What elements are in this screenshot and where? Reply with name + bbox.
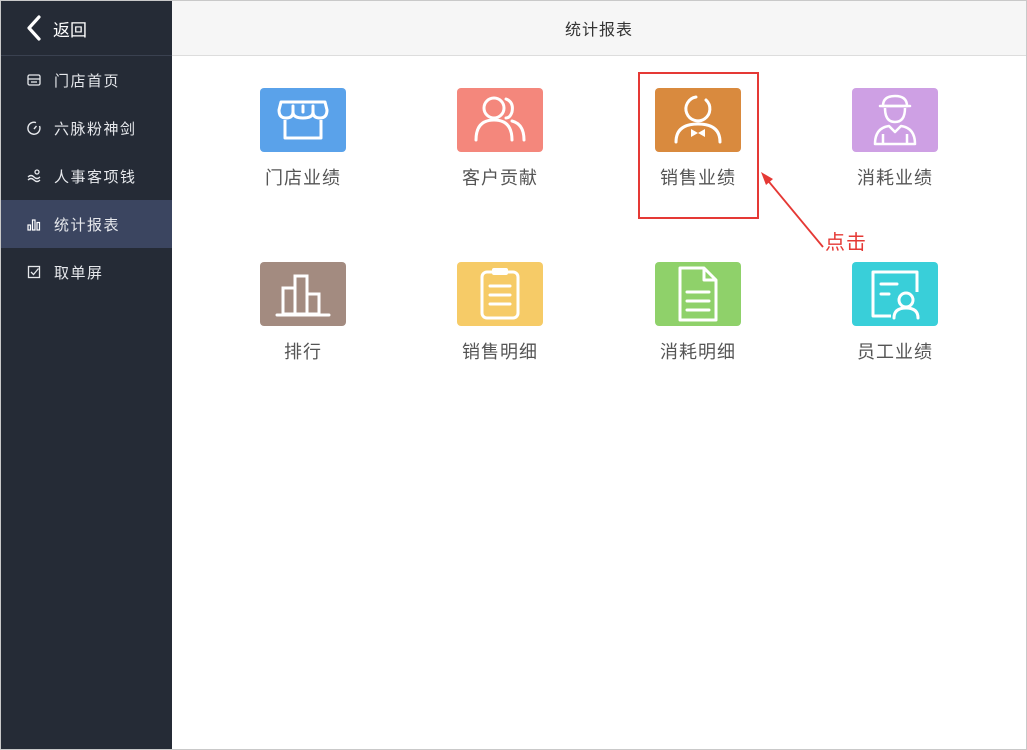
tile-icon-box bbox=[260, 88, 346, 152]
sidebar-item-six-meridian[interactable]: 六脉粉神剑 bbox=[1, 104, 172, 152]
tile-icon-box bbox=[655, 88, 741, 152]
tile-icon-box bbox=[457, 262, 543, 326]
tile-icon-box bbox=[457, 88, 543, 152]
tile-icon-box bbox=[260, 262, 346, 326]
tile-icon-box bbox=[655, 262, 741, 326]
tile-label: 门店业绩 bbox=[265, 168, 341, 189]
app-window: 返回 门店首页 六脉粉神剑 人事客项钱 统计报表 取单屏 统计报表 门店业绩 客… bbox=[0, 0, 1027, 750]
tile-ranking[interactable]: 排行 bbox=[243, 230, 363, 363]
document-icon bbox=[678, 266, 718, 322]
tile-label: 排行 bbox=[284, 342, 322, 363]
tile-label: 销售业绩 bbox=[660, 168, 736, 189]
bar-chart-icon bbox=[25, 215, 43, 233]
storefront-icon bbox=[277, 100, 329, 140]
tile-store-performance[interactable]: 门店业绩 bbox=[243, 56, 363, 189]
tile-label: 员工业绩 bbox=[857, 342, 933, 363]
tile-icon-box bbox=[852, 262, 938, 326]
coins-icon bbox=[25, 167, 43, 185]
sidebar-item-personnel[interactable]: 人事客项钱 bbox=[1, 152, 172, 200]
sidebar: 返回 门店首页 六脉粉神剑 人事客项钱 统计报表 取单屏 bbox=[1, 1, 172, 749]
tile-label: 客户贡献 bbox=[462, 168, 538, 189]
worker-icon bbox=[873, 94, 917, 146]
sidebar-item-label: 人事客项钱 bbox=[54, 167, 137, 186]
sidebar-item-statistics[interactable]: 统计报表 bbox=[1, 200, 172, 248]
tile-icon-box bbox=[852, 88, 938, 152]
annotation-text: 点击 bbox=[825, 230, 867, 254]
employee-card-icon bbox=[871, 270, 920, 320]
tile-sales-performance[interactable]: 销售业绩 bbox=[638, 56, 758, 189]
gauge-icon bbox=[25, 119, 43, 137]
tile-label: 销售明细 bbox=[462, 342, 538, 363]
back-label: 返回 bbox=[53, 20, 87, 41]
back-button[interactable]: 返回 bbox=[1, 1, 172, 56]
customers-icon bbox=[474, 96, 526, 142]
sidebar-item-label: 统计报表 bbox=[54, 215, 121, 234]
salesperson-icon bbox=[674, 95, 722, 144]
tile-consumption-performance[interactable]: 消耗业绩 bbox=[835, 56, 955, 189]
sidebar-nav: 门店首页 六脉粉神剑 人事客项钱 统计报表 取单屏 bbox=[1, 56, 172, 296]
page-title: 统计报表 bbox=[172, 1, 1026, 56]
store-icon bbox=[25, 71, 43, 89]
tile-sales-detail[interactable]: 销售明细 bbox=[440, 230, 560, 363]
sidebar-item-store-home[interactable]: 门店首页 bbox=[1, 56, 172, 104]
ranking-icon bbox=[275, 274, 331, 317]
sidebar-item-label: 六脉粉神剑 bbox=[54, 119, 137, 138]
checkbox-icon bbox=[25, 263, 43, 281]
sidebar-item-label: 门店首页 bbox=[54, 71, 121, 90]
chevron-left-icon bbox=[27, 15, 41, 41]
tile-label: 消耗业绩 bbox=[857, 168, 933, 189]
tile-customer-contribution[interactable]: 客户贡献 bbox=[440, 56, 560, 189]
sidebar-item-order-screen[interactable]: 取单屏 bbox=[1, 248, 172, 296]
clipboard-icon bbox=[480, 268, 520, 320]
report-grid: 门店业绩 客户贡献 销售业绩 消耗业绩 排行 销售明细 消耗明细 员工业绩 bbox=[172, 56, 1026, 749]
sidebar-item-label: 取单屏 bbox=[54, 263, 104, 282]
tile-consumption-detail[interactable]: 消耗明细 bbox=[638, 230, 758, 363]
tile-label: 消耗明细 bbox=[660, 342, 736, 363]
